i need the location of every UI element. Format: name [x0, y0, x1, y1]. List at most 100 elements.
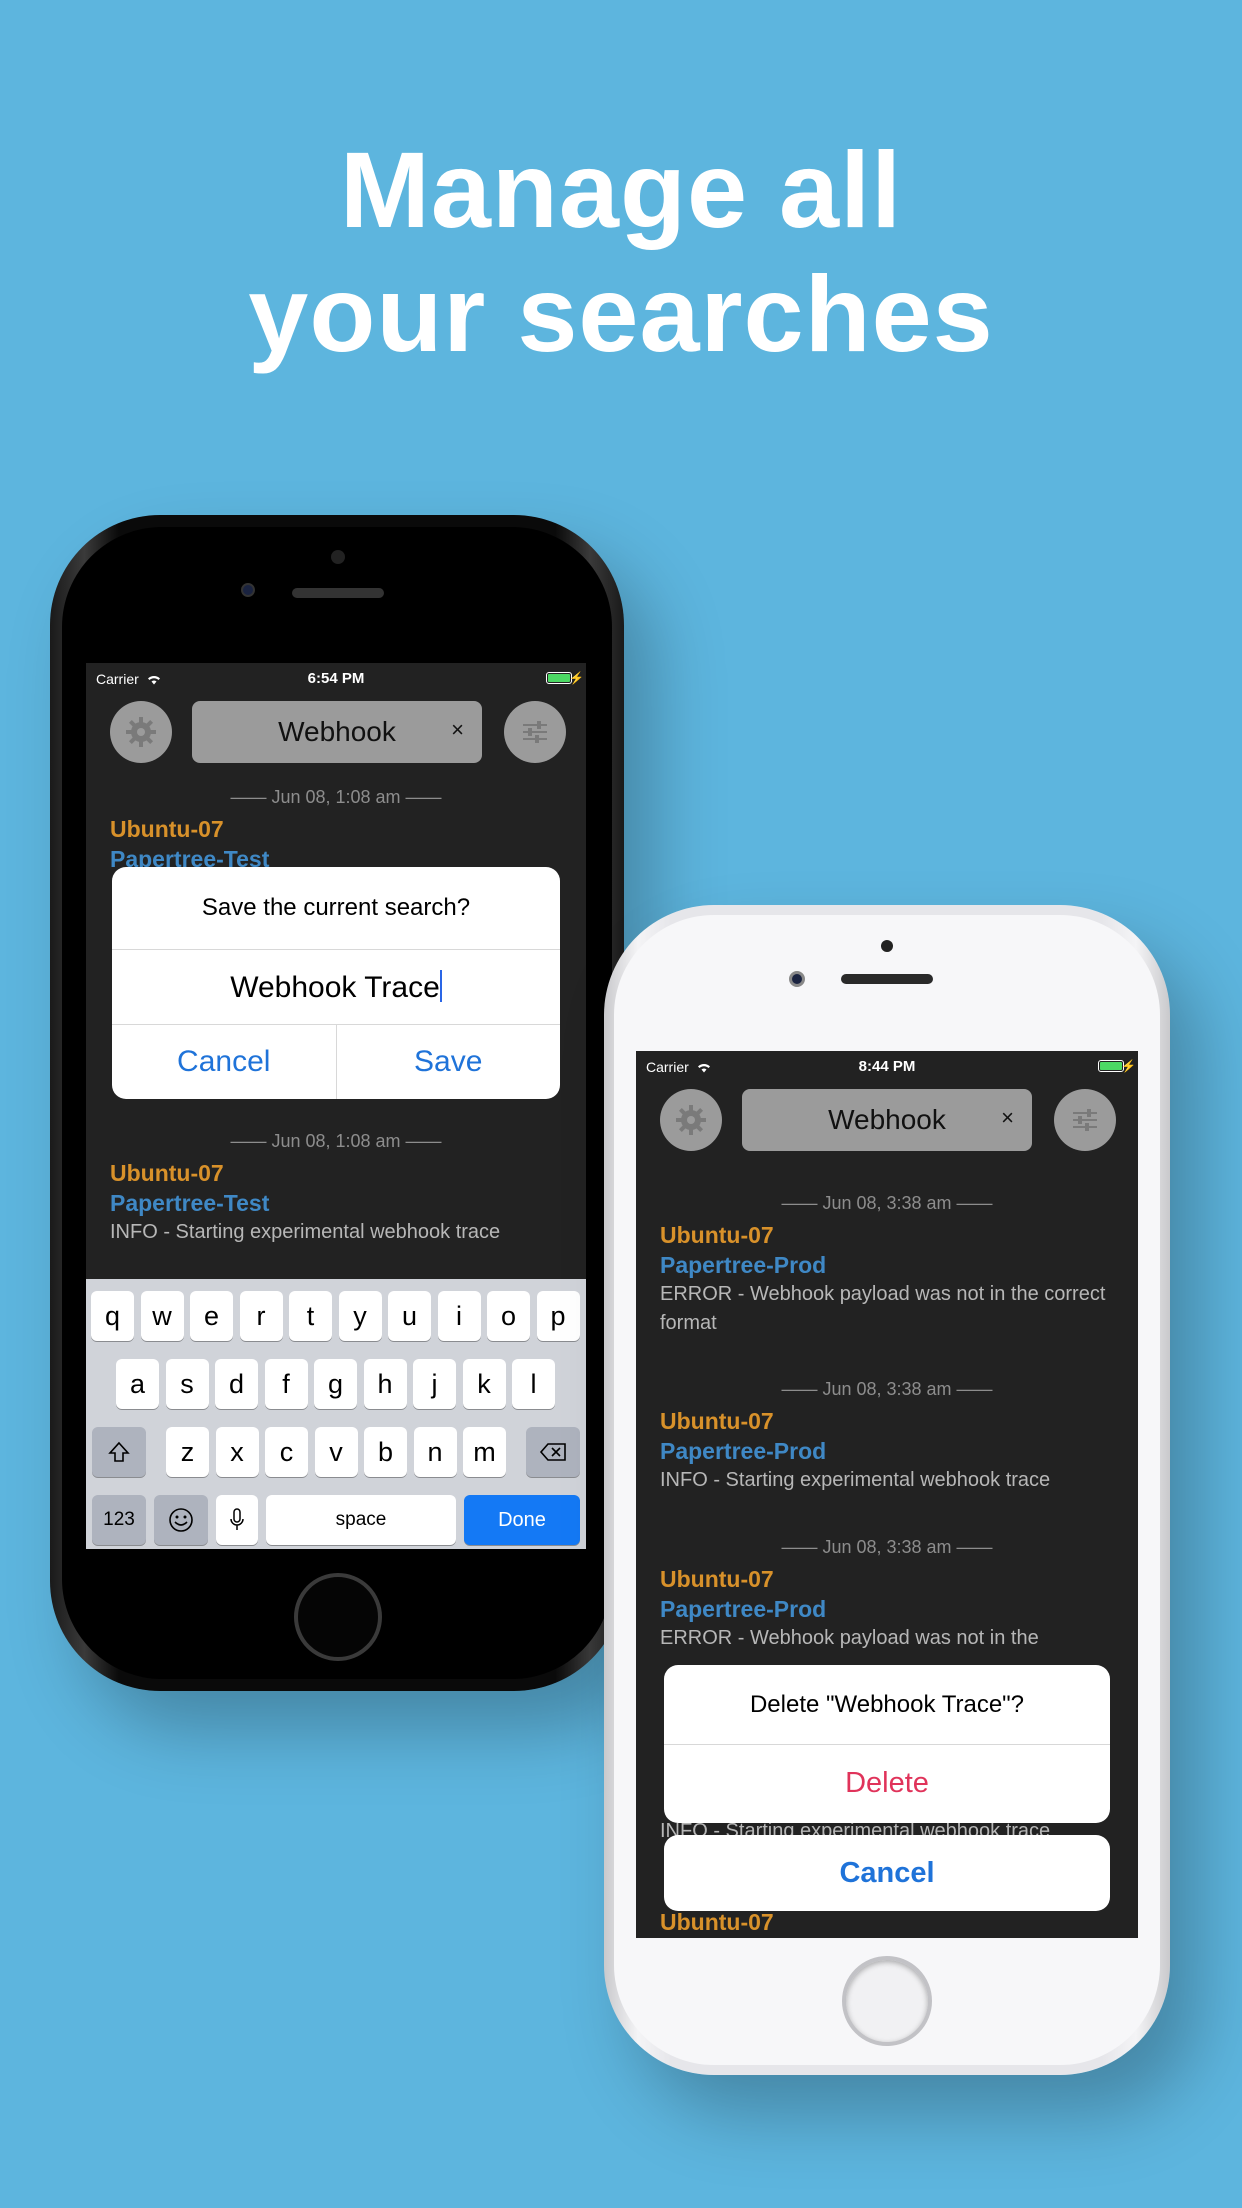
key-e[interactable]: e	[190, 1291, 233, 1341]
home-button[interactable]	[294, 1573, 382, 1661]
sheet-title: Delete "Webhook Trace"?	[664, 1665, 1110, 1745]
gear-icon	[676, 1105, 706, 1135]
headline-line-2: your searches	[248, 253, 994, 374]
key-l[interactable]: l	[512, 1359, 555, 1409]
log-host[interactable]: Ubuntu-07	[660, 1907, 774, 1937]
log-host[interactable]: Ubuntu-07	[660, 1220, 1114, 1250]
key-t[interactable]: t	[289, 1291, 332, 1341]
status-bar: Carrier 6:54 PM ⚡	[86, 663, 586, 691]
log-message: ERROR - Webhook payload was not in the c…	[660, 1283, 1106, 1334]
toolbar: Webhook ×	[636, 1089, 1138, 1151]
key-b[interactable]: b	[364, 1427, 407, 1477]
clear-search-icon[interactable]: ×	[1001, 1105, 1014, 1131]
cancel-button[interactable]: Cancel	[112, 1025, 336, 1099]
earpiece-speaker	[292, 588, 384, 598]
key-g[interactable]: g	[314, 1359, 357, 1409]
key-v[interactable]: v	[314, 1427, 358, 1477]
shift-icon	[108, 1441, 130, 1462]
delete-action-sheet: Delete "Webhook Trace"? Delete	[664, 1665, 1110, 1823]
headline: Manage all your searches	[0, 128, 1242, 376]
headline-line-1: Manage all	[339, 129, 903, 250]
save-button[interactable]: Save	[335, 1025, 561, 1099]
search-name-input[interactable]: Webhook Trace	[112, 949, 560, 1025]
log-date: —— Jun 08, 3:38 am ——	[781, 1379, 993, 1399]
key-y[interactable]: y	[338, 1291, 382, 1341]
key-m[interactable]: m	[463, 1427, 506, 1477]
delete-key[interactable]	[526, 1427, 580, 1477]
key-p[interactable]: p	[536, 1291, 580, 1341]
white-phone-screen: Carrier 8:44 PM ⚡ Webhook × —— Jun 08, 3…	[636, 1051, 1138, 1938]
log-message: INFO - Starting experimental webhook tra…	[110, 1221, 501, 1243]
log-system[interactable]: Papertree-Prod	[660, 1250, 1114, 1280]
key-f[interactable]: f	[264, 1359, 308, 1409]
dialog-actions: Cancel Save	[112, 1025, 560, 1099]
proximity-sensor	[331, 550, 345, 564]
keyboard: qwertyuiop asdfghjkl zxcvbnm 123 space D…	[86, 1279, 586, 1549]
shift-key[interactable]	[92, 1427, 146, 1477]
filter-button[interactable]	[504, 701, 566, 763]
black-phone-screen: Carrier 6:54 PM ⚡ Webhook × —— Jun 08, 1…	[86, 663, 586, 1549]
dialog-title: Save the current search?	[201, 894, 471, 921]
status-time: 6:54 PM	[307, 670, 365, 687]
log-host[interactable]: Ubuntu-07	[660, 1406, 1114, 1436]
search-name-value: Webhook Trace	[230, 971, 440, 1004]
log-date: —— Jun 08, 1:08 am ——	[230, 1131, 442, 1151]
search-field[interactable]: Webhook ×	[742, 1089, 1032, 1151]
earpiece-speaker	[841, 974, 933, 984]
key-w[interactable]: w	[140, 1291, 184, 1341]
search-text: Webhook	[278, 716, 396, 747]
key-q[interactable]: q	[91, 1291, 134, 1341]
clear-search-icon[interactable]: ×	[451, 717, 464, 743]
settings-button[interactable]	[110, 701, 172, 763]
charging-icon: ⚡	[1121, 1059, 1136, 1073]
key-u[interactable]: u	[388, 1291, 431, 1341]
front-camera	[789, 971, 805, 987]
log-host[interactable]: Ubuntu-07	[110, 814, 562, 844]
key-d[interactable]: d	[215, 1359, 258, 1409]
log-host[interactable]: Ubuntu-07	[110, 1158, 562, 1188]
keyboard-row-2: asdfghjkl	[86, 1359, 586, 1409]
log-feed: —— Jun 08, 3:38 am —— Ubuntu-07 Papertre…	[636, 1193, 1138, 1727]
status-bar: Carrier 8:44 PM ⚡	[636, 1051, 1138, 1079]
log-host[interactable]: Ubuntu-07	[660, 1564, 1114, 1594]
sliders-icon	[1073, 1109, 1097, 1131]
backspace-icon	[539, 1443, 566, 1461]
search-text: Webhook	[828, 1104, 946, 1135]
filter-button[interactable]	[1054, 1089, 1116, 1151]
emoji-key[interactable]	[154, 1495, 208, 1545]
key-c[interactable]: c	[265, 1427, 308, 1477]
space-key[interactable]: space	[266, 1495, 456, 1545]
done-key[interactable]: Done	[464, 1495, 580, 1545]
key-s[interactable]: s	[165, 1359, 209, 1409]
keyboard-row-4: 123 space Done	[86, 1495, 586, 1545]
charging-icon: ⚡	[569, 671, 584, 685]
log-date: —— Jun 08, 1:08 am ——	[230, 787, 442, 807]
key-n[interactable]: n	[413, 1427, 457, 1477]
key-x[interactable]: x	[215, 1427, 259, 1477]
log-system[interactable]: Papertree-Prod	[660, 1594, 1114, 1624]
settings-button[interactable]	[660, 1089, 722, 1151]
key-k[interactable]: k	[462, 1359, 506, 1409]
log-system[interactable]: Papertree-Test	[110, 1188, 562, 1218]
key-j[interactable]: j	[413, 1359, 456, 1409]
key-o[interactable]: o	[487, 1291, 530, 1341]
numbers-key[interactable]: 123	[92, 1495, 146, 1545]
key-h[interactable]: h	[363, 1359, 407, 1409]
key-a[interactable]: a	[116, 1359, 159, 1409]
log-message: ERROR - Webhook payload was not in the	[660, 1627, 1039, 1649]
keyboard-row-1: qwertyuiop	[86, 1291, 586, 1341]
cancel-button[interactable]: Cancel	[664, 1835, 1110, 1911]
key-i[interactable]: i	[437, 1291, 481, 1341]
log-date: —— Jun 08, 3:38 am ——	[781, 1537, 993, 1557]
home-button[interactable]	[842, 1956, 932, 2046]
delete-button[interactable]: Delete	[664, 1745, 1110, 1823]
cancel-sheet: Cancel	[664, 1835, 1110, 1911]
log-feed-lower: —— Jun 08, 1:08 am —— Ubuntu-07 Papertre…	[86, 1131, 586, 1247]
search-field[interactable]: Webhook ×	[192, 701, 482, 763]
dictation-key[interactable]	[216, 1495, 258, 1545]
gear-icon	[126, 717, 156, 747]
key-z[interactable]: z	[166, 1427, 209, 1477]
key-r[interactable]: r	[239, 1291, 283, 1341]
log-system[interactable]: Papertree-Prod	[660, 1436, 1114, 1466]
log-entry: —— Jun 08, 3:38 am —— Ubuntu-07 Papertre…	[636, 1379, 1138, 1537]
